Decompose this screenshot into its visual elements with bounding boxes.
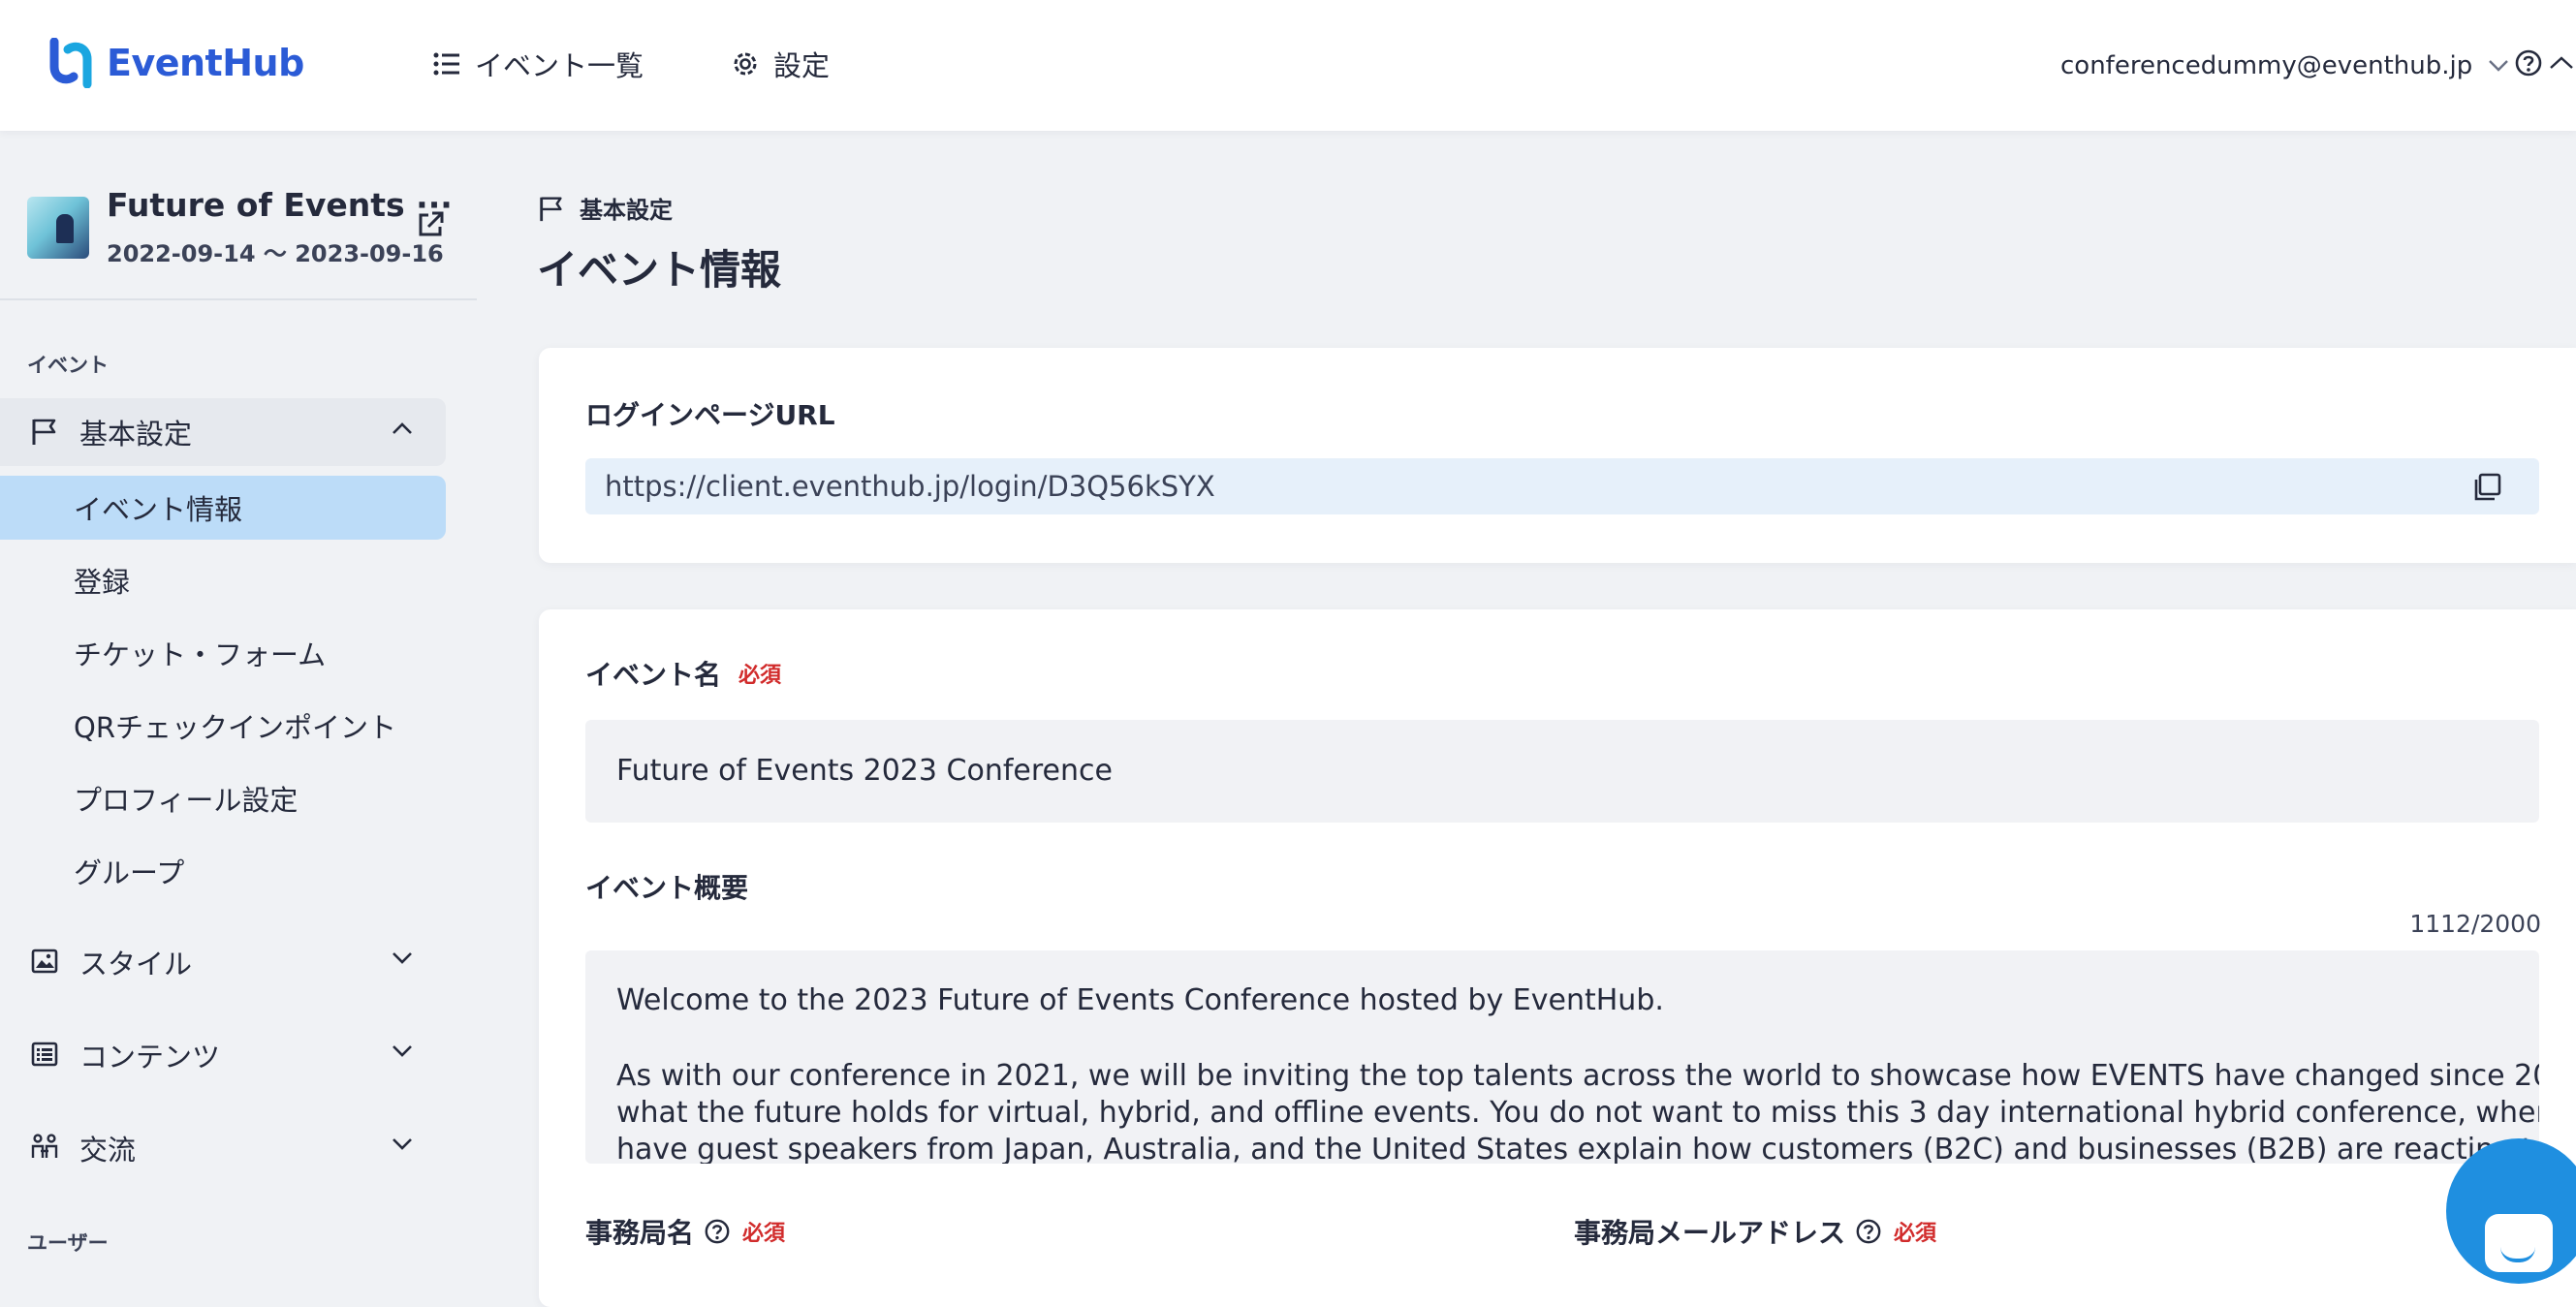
help-icon[interactable] [1855, 1218, 1882, 1245]
chat-icon [2485, 1214, 2553, 1272]
event-summary-card: Future of Events ··· 2022-09-14 〜 2023-0… [27, 184, 454, 300]
sidebar-group-label: 交流 [79, 1134, 137, 1167]
office-name-label: 事務局名 必須 [585, 1212, 785, 1251]
event-thumbnail [27, 197, 89, 259]
character-counter: 1112/2000 [2409, 910, 2541, 938]
user-menu[interactable]: conferencedummy@eventhub.jp [2060, 45, 2509, 87]
help-icon[interactable] [704, 1218, 731, 1245]
event-name-value: Future of Events 2023 Conference [616, 754, 1113, 788]
sidebar-divider [0, 298, 477, 300]
summary-line: Welcome to the 2023 Future of Events Con… [616, 983, 1664, 1017]
sidebar-item-registration[interactable]: 登録 [0, 548, 446, 612]
chevron-down-icon [393, 952, 412, 964]
event-name-label-text: イベント名 [585, 659, 722, 691]
page-title: イベント情報 [537, 246, 782, 294]
sidebar-group-style[interactable]: スタイル [0, 928, 446, 996]
nav-settings[interactable]: 設定 [731, 43, 830, 85]
sidebar-section-event: イベント [27, 354, 109, 377]
sidebar-group-label: 基本設定 [79, 418, 193, 451]
sidebar-item-label: プロフィール設定 [74, 784, 298, 817]
nav-event-list[interactable]: イベント一覧 [432, 43, 644, 85]
logo-text: EventHub [107, 42, 304, 84]
summary-line: As with our conference in 2021, we will … [616, 1059, 2539, 1093]
summary-line: have guest speakers from Japan, Australi… [616, 1133, 2539, 1164]
nav-event-list-label: イベント一覧 [475, 49, 644, 82]
sidebar-item-label: 登録 [74, 566, 131, 599]
breadcrumb[interactable]: 基本設定 [537, 191, 673, 225]
top-header: EventHub イベント一覧 設定 conferencedummy@event… [0, 0, 2576, 131]
login-url-card: ログインページURL https://client.eventhub.jp/lo… [539, 348, 2576, 563]
sidebar-section-user: ユーザー [27, 1231, 109, 1255]
eventhub-logo[interactable]: EventHub [48, 37, 304, 89]
sidebar-item-event-info[interactable]: イベント情報 [0, 476, 446, 540]
event-summary-label: イベント概要 [585, 867, 748, 906]
login-url-label: ログインページURL [585, 394, 835, 433]
sidebar-item-label: QRチェックインポイント [74, 711, 396, 744]
event-name-label: イベント名 必須 [585, 654, 781, 693]
breadcrumb-label: 基本設定 [580, 197, 673, 224]
flag-icon [32, 419, 56, 445]
people-icon [31, 1134, 58, 1158]
required-badge: 必須 [1894, 1222, 1937, 1246]
sidebar-item-group[interactable]: グループ [0, 839, 446, 903]
sidebar-item-label: チケット・フォーム [74, 638, 327, 671]
chevron-down-icon [393, 1138, 412, 1150]
sidebar-item-ticket-form[interactable]: チケット・フォーム [0, 621, 446, 685]
event-dates: 2022-09-14 〜 2023-09-16 [107, 240, 444, 267]
sidebar-item-profile-settings[interactable]: プロフィール設定 [0, 766, 446, 830]
gear-icon [734, 52, 757, 76]
login-url-field[interactable]: https://client.eventhub.jp/login/D3Q56kS… [585, 458, 2539, 514]
sidebar-group-networking[interactable]: 交流 [0, 1114, 446, 1182]
help-icon [2515, 49, 2542, 77]
office-email-label: 事務局メールアドレス 必須 [1574, 1212, 1936, 1251]
sidebar-group-basic-settings[interactable]: 基本設定 [0, 398, 446, 466]
required-badge: 必須 [742, 1222, 786, 1246]
list-box-icon [31, 1042, 58, 1067]
user-email: conferencedummy@eventhub.jp [2060, 51, 2473, 80]
login-url-value: https://client.eventhub.jp/login/D3Q56kS… [605, 470, 1215, 503]
office-name-label-text: 事務局名 [585, 1217, 695, 1249]
nav-settings-label: 設定 [773, 49, 831, 82]
required-badge: 必須 [738, 664, 782, 688]
chevron-down-icon [2489, 60, 2509, 72]
event-summary-label-text: イベント概要 [585, 872, 749, 904]
event-name-input[interactable]: Future of Events 2023 Conference [585, 720, 2539, 823]
login-url-label-text: ログインページURL [585, 399, 835, 431]
sidebar-item-label: グループ [74, 856, 185, 889]
help-menu[interactable] [2514, 48, 2574, 78]
image-icon [31, 949, 58, 974]
main-content: 基本設定 イベント情報 ログインページURL https://client.ev… [477, 131, 2576, 1307]
sidebar-group-contents[interactable]: コンテンツ [0, 1021, 446, 1089]
office-email-label-text: 事務局メールアドレス [1574, 1217, 1846, 1249]
flag-icon [540, 196, 562, 221]
event-title: Future of Events ··· [107, 186, 453, 224]
external-link-icon[interactable] [415, 209, 446, 240]
eventhub-logo-icon [49, 38, 92, 88]
sidebar-group-label: スタイル [79, 948, 193, 980]
chevron-up-icon [2550, 56, 2573, 69]
chevron-up-icon [393, 422, 412, 434]
summary-line: what the future holds for virtual, hybri… [616, 1096, 2539, 1130]
sidebar-item-qr-checkin[interactable]: QRチェックインポイント [0, 694, 446, 758]
chevron-down-icon [393, 1045, 412, 1057]
event-summary-textarea[interactable]: Welcome to the 2023 Future of Events Con… [585, 950, 2539, 1164]
list-icon [433, 52, 459, 76]
sidebar-group-label: コンテンツ [79, 1041, 221, 1074]
copy-icon[interactable] [2471, 472, 2504, 503]
sidebar-item-label: イベント情報 [74, 493, 243, 526]
event-details-card: イベント名 必須 Future of Events 2023 Conferenc… [539, 609, 2576, 1307]
sidebar: Future of Events ··· 2022-09-14 〜 2023-0… [0, 131, 477, 1279]
